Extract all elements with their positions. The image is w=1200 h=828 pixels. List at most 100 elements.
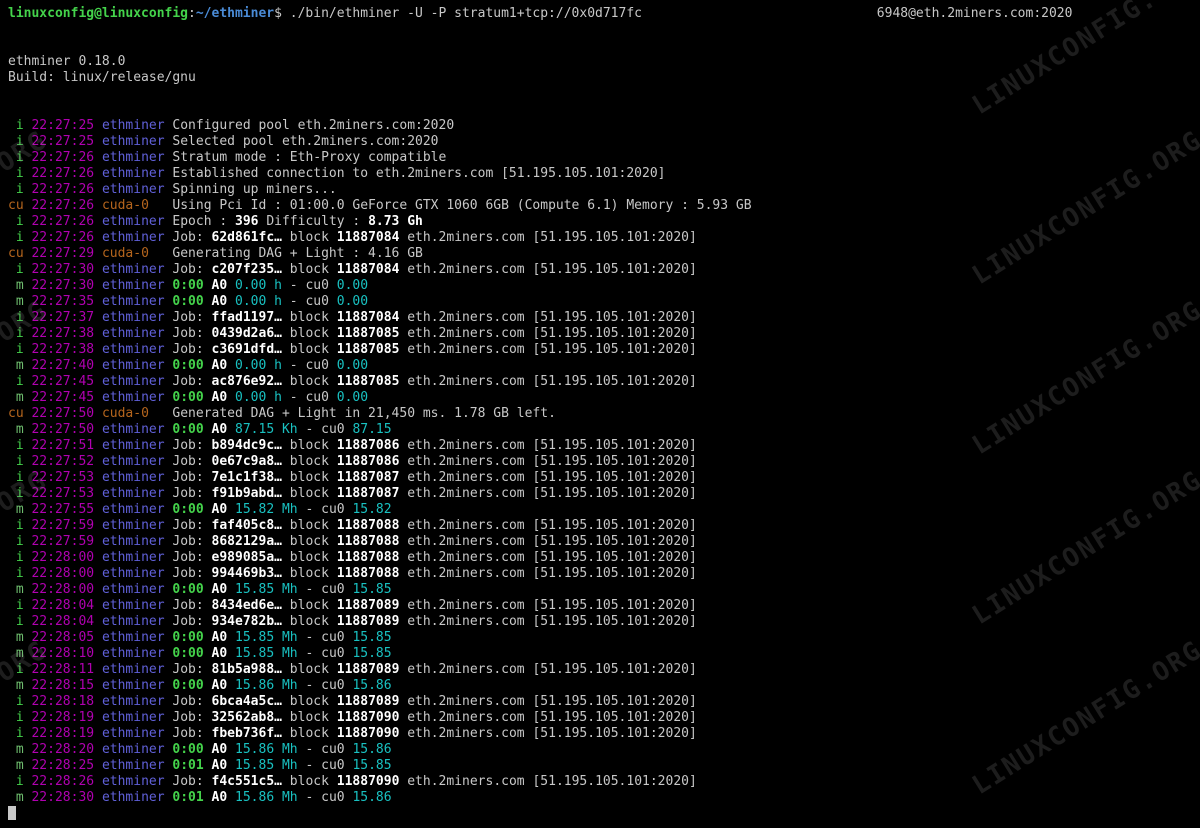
log-timestamp: 22:27:30 xyxy=(31,262,94,277)
log-text: block xyxy=(282,230,337,245)
log-timestamp: 22:27:26 xyxy=(31,182,94,197)
prompt-command-tail: 6948@eth.2miners.com:2020 xyxy=(877,6,1073,21)
log-text: A0 xyxy=(212,790,228,805)
log-line: m 22:28:15 ethminer 0:00 A0 15.86 Mh - c… xyxy=(8,678,1192,694)
log-text: 15.86 Mh xyxy=(235,678,298,693)
log-component: ethminer xyxy=(102,374,165,389)
log-text: e989085a… xyxy=(212,550,282,565)
log-line: i 22:28:18 ethminer Job: 6bca4a5c… block… xyxy=(8,694,1192,710)
log-line: m 22:27:30 ethminer 0:00 A0 0.00 h - cu0… xyxy=(8,278,1192,294)
log-timestamp: 22:27:30 xyxy=(31,278,94,293)
log-text: b894dc9c… xyxy=(212,438,282,453)
log-tag: i xyxy=(8,262,24,277)
log-timestamp: 22:28:25 xyxy=(31,758,94,773)
log-text: 11887085 xyxy=(337,374,400,389)
shell-prompt[interactable]: linuxconfig@linuxconfig:~/ethminer$ ./bi… xyxy=(8,6,1192,22)
log-text: 0.00 h xyxy=(235,278,282,293)
log-tag: m xyxy=(8,358,24,373)
log-text: 11887090 xyxy=(337,774,400,789)
log-text: Job: xyxy=(172,486,211,501)
log-text: A0 xyxy=(212,502,228,517)
log-text: 0.00 xyxy=(337,390,368,405)
log-timestamp: 22:27:25 xyxy=(31,118,94,133)
space xyxy=(94,694,102,709)
log-tag: m xyxy=(8,646,24,661)
log-text: Job: xyxy=(172,534,211,549)
log-text: 0:00 xyxy=(172,294,203,309)
log-text: eth.2miners.com [51.195.105.101:2020] xyxy=(399,566,696,581)
log-text: 87.15 Kh xyxy=(235,422,298,437)
log-text: 81b5a988… xyxy=(212,662,282,677)
log-text: Job: xyxy=(172,470,211,485)
log-text: eth.2miners.com [51.195.105.101:2020] xyxy=(399,726,696,741)
log-timestamp: 22:28:00 xyxy=(31,582,94,597)
log-text xyxy=(227,742,235,757)
log-component: ethminer xyxy=(102,502,165,517)
blank-line xyxy=(8,22,1192,38)
log-text xyxy=(227,678,235,693)
log-text: eth.2miners.com [51.195.105.101:2020] xyxy=(399,310,696,325)
log-line: cu 22:27:50 cuda-0 Generated DAG + Light… xyxy=(8,406,1192,422)
log-tag: m xyxy=(8,678,24,693)
log-timestamp: 22:28:30 xyxy=(31,790,94,805)
space xyxy=(94,374,102,389)
space xyxy=(94,246,102,261)
log-text: f91b9abd… xyxy=(212,486,282,501)
log-text: 0e67c9a8… xyxy=(212,454,282,469)
log-timestamp: 22:28:20 xyxy=(31,742,94,757)
cursor-line[interactable] xyxy=(8,806,1192,825)
log-text: 11887089 xyxy=(337,662,400,677)
log-text xyxy=(204,502,212,517)
log-text: block xyxy=(282,518,337,533)
log-text: Difficulty : xyxy=(259,214,369,229)
log-text: block xyxy=(282,342,337,357)
log-text: 934e782b… xyxy=(212,614,282,629)
space xyxy=(94,710,102,725)
log-text: A0 xyxy=(212,678,228,693)
log-text: 0.00 xyxy=(337,294,368,309)
log-text: 87.15 xyxy=(352,422,391,437)
log-text: 15.85 xyxy=(352,758,391,773)
log-component: ethminer xyxy=(102,294,165,309)
log-tag: i xyxy=(8,438,24,453)
log-timestamp: 22:28:04 xyxy=(31,614,94,629)
log-text: 11887088 xyxy=(337,534,400,549)
log-tag: m xyxy=(8,278,24,293)
log-text: Job: xyxy=(172,614,211,629)
log-component: ethminer xyxy=(102,166,165,181)
log-timestamp: 22:27:26 xyxy=(31,214,94,229)
log-text xyxy=(227,582,235,597)
space xyxy=(94,118,102,133)
log-text: 15.85 Mh xyxy=(235,630,298,645)
log-text: 11887088 xyxy=(337,566,400,581)
log-tag: m xyxy=(8,742,24,757)
log-tag: i xyxy=(8,710,24,725)
log-text: 15.86 xyxy=(352,790,391,805)
log-text: eth.2miners.com [51.195.105.101:2020] xyxy=(399,662,696,677)
log-timestamp: 22:27:53 xyxy=(31,486,94,501)
log-component: ethminer xyxy=(102,454,165,469)
log-tag: i xyxy=(8,694,24,709)
log-timestamp: 22:28:00 xyxy=(31,566,94,581)
log-line: i 22:28:04 ethminer Job: 8434ed6e… block… xyxy=(8,598,1192,614)
log-text: A0 xyxy=(212,358,228,373)
log-text xyxy=(204,294,212,309)
space xyxy=(94,598,102,613)
log-text: 0439d2a6… xyxy=(212,326,282,341)
log-text: - cu0 xyxy=(298,646,353,661)
log-text: c207f235… xyxy=(212,262,282,277)
log-line: m 22:28:10 ethminer 0:00 A0 15.85 Mh - c… xyxy=(8,646,1192,662)
log-text: Job: xyxy=(172,438,211,453)
log-text: block xyxy=(282,614,337,629)
log-text: 0:00 xyxy=(172,582,203,597)
space xyxy=(94,230,102,245)
log-tag: i xyxy=(8,150,24,165)
log-line: i 22:27:51 ethminer Job: b894dc9c… block… xyxy=(8,438,1192,454)
log-output: i 22:27:25 ethminer Configured pool eth.… xyxy=(8,118,1192,806)
log-text xyxy=(204,742,212,757)
log-tag: i xyxy=(8,118,24,133)
log-text: 0:00 xyxy=(172,502,203,517)
log-component: ethminer xyxy=(102,310,165,325)
log-line: i 22:28:11 ethminer Job: 81b5a988… block… xyxy=(8,662,1192,678)
log-line: i 22:28:19 ethminer Job: fbeb736f… block… xyxy=(8,726,1192,742)
